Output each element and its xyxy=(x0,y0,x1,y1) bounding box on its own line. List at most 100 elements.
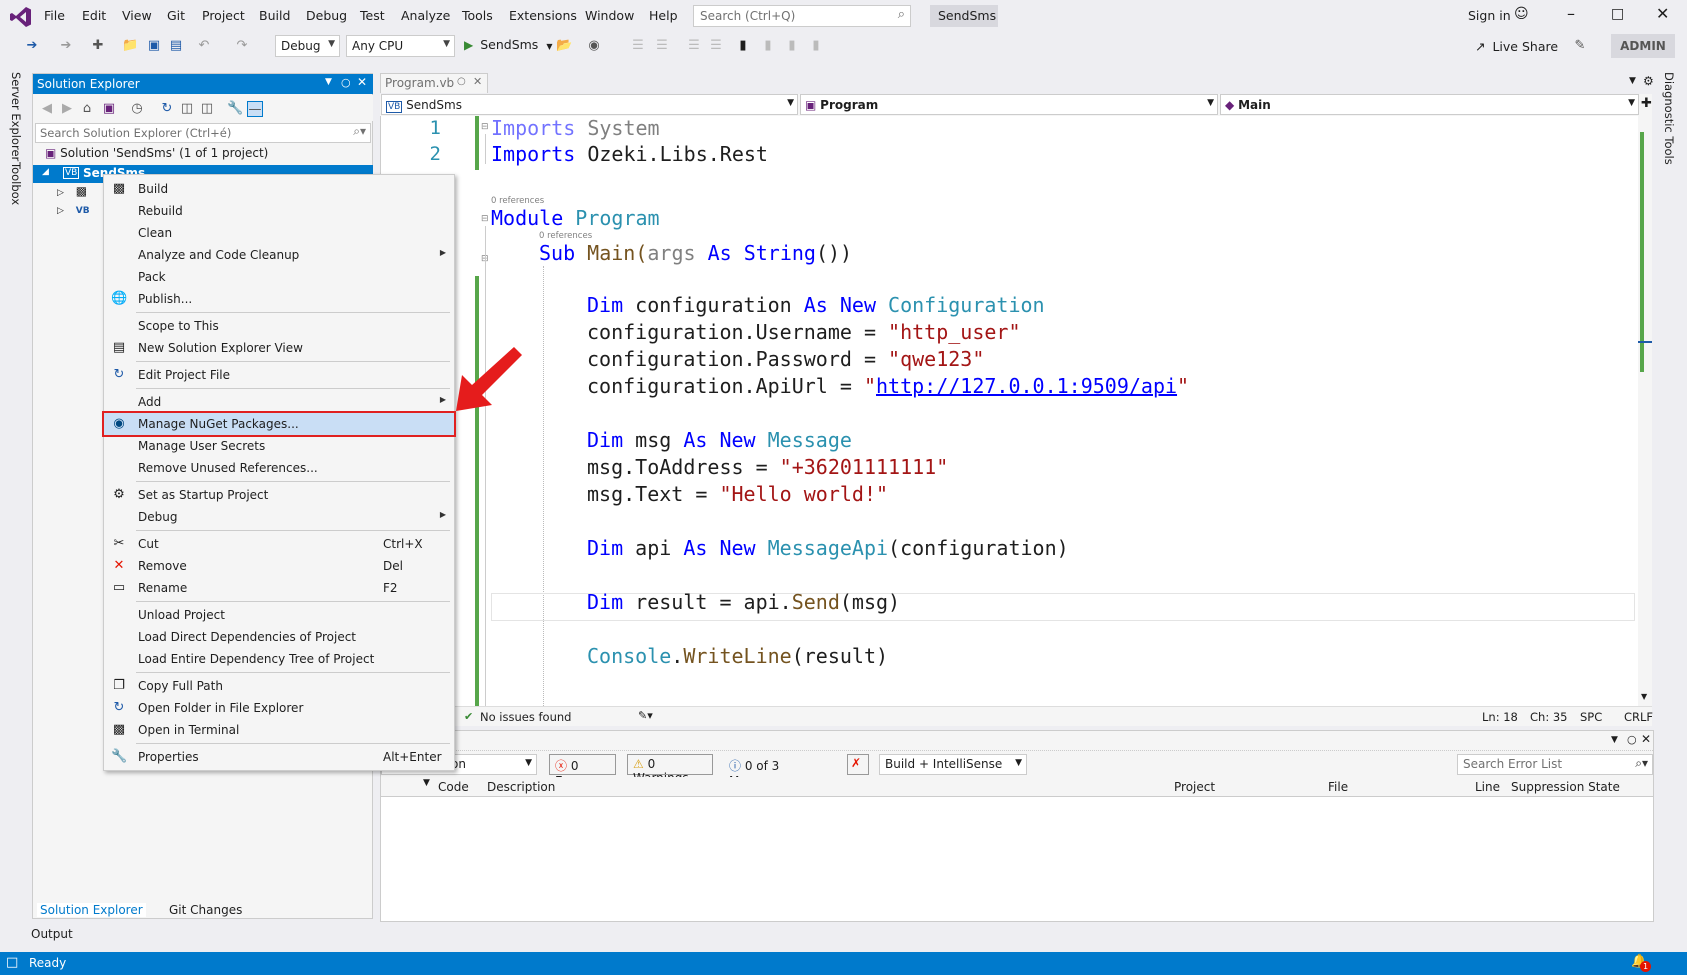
step-icon[interactable]: ☰ xyxy=(630,38,646,54)
menu-tools[interactable]: Tools xyxy=(462,8,493,23)
start-debugging-button[interactable]: ▶ SendSms ▼ xyxy=(464,37,552,57)
back-icon[interactable]: ◀ xyxy=(39,101,55,117)
save-all-icon[interactable]: ▤ xyxy=(168,38,184,54)
uncomment-icon[interactable]: ☰ xyxy=(708,38,724,54)
collapse-icon[interactable]: ⊟ xyxy=(481,214,489,224)
clear-filter-icon[interactable]: ✗ xyxy=(847,754,869,775)
build-source-select[interactable]: Build + IntelliSense ▼ xyxy=(879,754,1027,775)
forward-icon[interactable]: ▶ xyxy=(59,101,75,117)
server-explorer-tab[interactable]: Server Explorer xyxy=(9,72,23,161)
menu-item-remove[interactable]: ✕ Remove Del xyxy=(104,555,454,577)
close-icon[interactable]: ✕ xyxy=(357,75,367,89)
settings-icon[interactable]: ⚙ xyxy=(1643,74,1654,88)
sync-icon[interactable]: ↻ xyxy=(159,101,175,117)
menu-item-properties[interactable]: 🔧 Properties Alt+Enter xyxy=(104,746,454,768)
menu-extensions[interactable]: Extensions xyxy=(509,8,577,23)
menu-item-pack[interactable]: Pack xyxy=(104,266,454,288)
toolbox-tab[interactable]: Toolbox xyxy=(9,162,23,205)
menu-item-manage-nuget[interactable]: ◉ Manage NuGet Packages... xyxy=(102,411,456,437)
live-share-button[interactable]: ↗ Live Share xyxy=(1475,39,1558,54)
menu-item-open-folder[interactable]: ↻ Open Folder in File Explorer xyxy=(104,697,454,719)
whitespace-mode[interactable]: SPC xyxy=(1580,710,1602,724)
undo-icon[interactable]: ↶ xyxy=(196,38,212,54)
menu-item-clean[interactable]: Clean xyxy=(104,222,454,244)
menu-item-remove-unused[interactable]: Remove Unused References... xyxy=(104,457,454,479)
menu-item-load-tree[interactable]: Load Entire Dependency Tree of Project xyxy=(104,648,454,670)
minimize-icon[interactable]: – xyxy=(1567,4,1575,23)
menu-item-build[interactable]: ▩ Build xyxy=(104,178,454,200)
dropdown-icon[interactable]: ▼ xyxy=(1611,735,1618,745)
column-description[interactable]: Description xyxy=(487,780,555,794)
line-ending-mode[interactable]: CRLF xyxy=(1624,710,1653,724)
menu-item-user-secrets[interactable]: Manage User Secrets xyxy=(104,435,454,457)
column-code[interactable]: Code xyxy=(438,780,469,794)
output-tab[interactable]: Output xyxy=(31,927,73,941)
menu-build[interactable]: Build xyxy=(259,8,290,23)
menu-edit[interactable]: Edit xyxy=(82,8,106,23)
project-nav-select[interactable]: VB SendSms ▼ xyxy=(381,94,798,115)
column-project[interactable]: Project xyxy=(1174,780,1215,794)
column-file[interactable]: File xyxy=(1328,780,1348,794)
diagnostic-tools-tab[interactable]: Diagnostic Tools xyxy=(1662,72,1676,165)
pending-changes-icon[interactable]: ◷ xyxy=(129,101,145,117)
split-icon[interactable]: ✚ xyxy=(1641,96,1652,111)
solution-search-input[interactable]: Search Solution Explorer (Ctrl+é) ⌕▾ xyxy=(35,123,371,143)
dropdown-icon[interactable]: ▼ xyxy=(325,77,332,87)
prev-bookmark-icon[interactable]: ▮ xyxy=(760,38,776,54)
menu-item-debug[interactable]: Debug ▶ xyxy=(104,506,454,528)
menu-item-add[interactable]: Add ▶ xyxy=(104,391,454,413)
pin-icon[interactable]: ○ xyxy=(1627,733,1637,746)
code-lens-references[interactable]: 0 references xyxy=(539,231,592,241)
scroll-down-icon[interactable]: ▼ xyxy=(1641,692,1647,701)
member-nav-select[interactable]: ◆ Main ▼ xyxy=(1220,94,1639,115)
menu-help[interactable]: Help xyxy=(649,8,678,23)
menu-git[interactable]: Git xyxy=(167,8,185,23)
menu-item-rename[interactable]: ▭ Rename F2 xyxy=(104,577,454,599)
column-suppression-state[interactable]: Suppression State xyxy=(1511,780,1620,794)
code-lens-references[interactable]: 0 references xyxy=(491,196,544,206)
user-icon[interactable]: ☺ xyxy=(1514,6,1529,22)
browse-icon[interactable]: 📂 xyxy=(556,38,572,54)
solution-tree-item[interactable]: ▣ Solution 'SendSms' (1 of 1 project) xyxy=(45,146,268,164)
tab-program-vb[interactable]: Program.vb ○ ✕ xyxy=(380,73,488,93)
comment-icon[interactable]: ☰ xyxy=(686,38,702,54)
url-link[interactable]: http://127.0.0.1:9509/api xyxy=(876,374,1177,398)
menu-item-publish[interactable]: 🌐 Publish... xyxy=(104,288,454,310)
menu-item-unload[interactable]: Unload Project xyxy=(104,604,454,626)
menu-project[interactable]: Project xyxy=(202,8,245,23)
menu-item-open-terminal[interactable]: ▩ Open in Terminal xyxy=(104,719,454,741)
menu-test[interactable]: Test xyxy=(360,8,385,23)
collapse-icon[interactable]: ⊟ xyxy=(481,122,489,132)
close-window-icon[interactable]: ✕ xyxy=(1656,4,1669,23)
program-file-tree-item[interactable]: ▷ VB xyxy=(57,202,90,220)
visual-studio-logo-icon[interactable] xyxy=(10,6,32,28)
menu-debug[interactable]: Debug xyxy=(306,8,347,23)
issues-status[interactable]: No issues found xyxy=(480,710,571,724)
messages-filter-button[interactable]: ⓘ 0 of 3 Messages xyxy=(723,754,833,788)
warnings-filter-button[interactable]: ⚠ 0 Warnings xyxy=(627,754,713,785)
home-icon[interactable]: ⌂ xyxy=(79,101,95,117)
next-bookmark-icon[interactable]: ▮ xyxy=(784,38,800,54)
code-editor[interactable]: 1 2 ⊟ ⊟ ⊟ Imports System Imports Ozeki.L… xyxy=(380,116,1652,706)
tab-git-changes[interactable]: Git Changes xyxy=(169,903,242,917)
search-input[interactable]: Search (Ctrl+Q) ⌕ xyxy=(693,5,911,27)
menu-item-edit-project[interactable]: ↻ Edit Project File xyxy=(104,364,454,386)
show-all-files-icon[interactable]: ◫ xyxy=(199,101,215,117)
sign-in-link[interactable]: Sign in xyxy=(1468,8,1511,23)
clear-bookmarks-icon[interactable]: ▮ xyxy=(808,38,824,54)
redo-icon[interactable]: ↷ xyxy=(234,38,250,54)
tab-list-dropdown-icon[interactable]: ▼ xyxy=(1629,76,1636,86)
menu-item-copy-path[interactable]: ❐ Copy Full Path xyxy=(104,675,454,697)
column-line[interactable]: Line xyxy=(1475,780,1500,794)
menu-item-rebuild[interactable]: Rebuild xyxy=(104,200,454,222)
back-icon[interactable]: ➔ xyxy=(24,38,40,54)
error-search-input[interactable]: Search Error List ⌕▾ xyxy=(1457,754,1653,775)
close-icon[interactable]: ✕ xyxy=(1641,732,1651,746)
new-project-icon[interactable]: ✚ xyxy=(90,38,106,54)
bookmark-icon[interactable]: ▮ xyxy=(735,38,751,54)
vertical-scrollbar[interactable]: ▼ xyxy=(1638,116,1652,706)
menu-view[interactable]: View xyxy=(122,8,152,23)
menu-file[interactable]: File xyxy=(44,8,65,23)
class-nav-select[interactable]: ▣ Program ▼ xyxy=(800,94,1218,115)
menu-item-new-view[interactable]: ▤ New Solution Explorer View xyxy=(104,337,454,359)
